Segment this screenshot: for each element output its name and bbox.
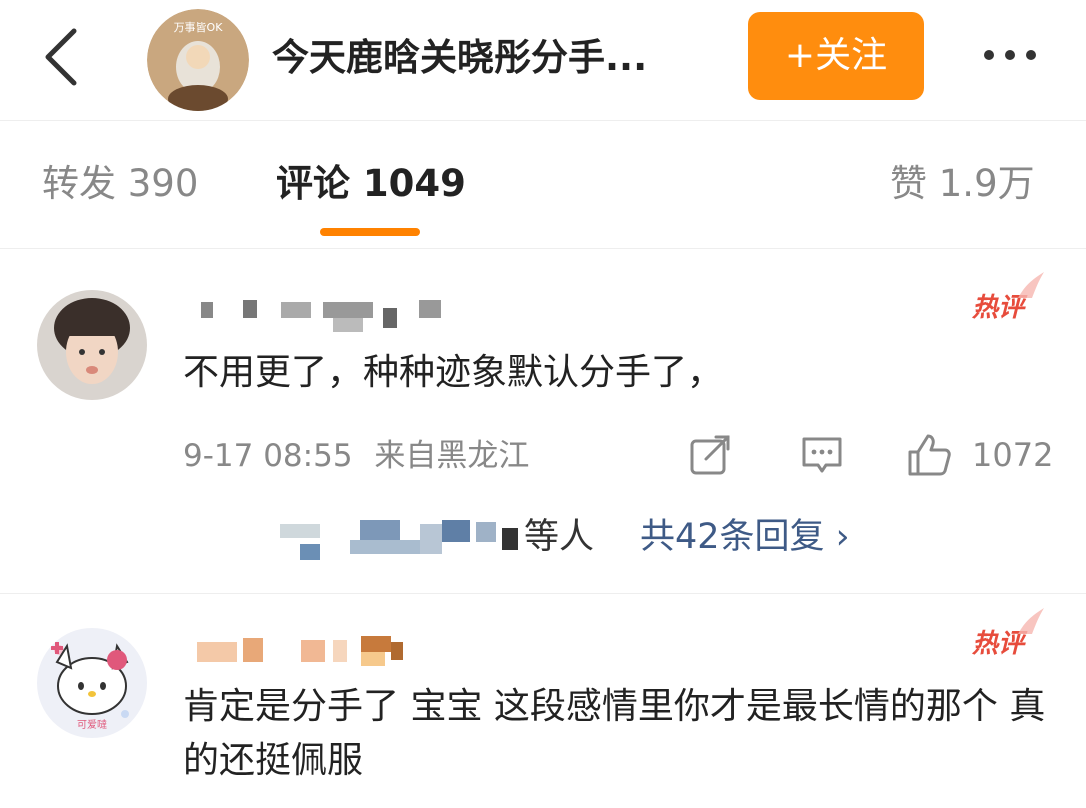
hot-comment-badge: 热评 (972, 608, 1044, 664)
replies-preview[interactable]: 等人 共42条回复 › (270, 512, 970, 562)
more-icon (984, 50, 1036, 60)
share-icon (690, 435, 730, 475)
comment-text: 肯定是分手了 宝宝 这段感情里你才是最长情的那个 真的还挺佩服 (183, 686, 1046, 781)
like-count: 1072 (972, 436, 1054, 474)
more-button[interactable] (960, 35, 1060, 75)
reply-button[interactable] (800, 430, 844, 480)
commenter-avatar[interactable]: 可爱噠 (37, 628, 147, 738)
avatar-caption: 可爱噠 (77, 718, 107, 731)
hot-comment-badge: 热评 (972, 272, 1044, 328)
share-button[interactable] (688, 430, 732, 480)
tab-like[interactable]: 赞 1.9万 (890, 156, 1035, 212)
avatar-caption: 万事皆OK (174, 21, 224, 34)
comment-icon (802, 437, 842, 473)
thumbs-up-icon (908, 434, 951, 476)
top-bar: 万事皆OK 今天鹿晗关晓彤分手... +关注 (0, 0, 1086, 121)
tab-comment[interactable]: 评论 1049 (276, 156, 466, 212)
blurred-reply-names (270, 514, 520, 560)
comment-text: 不用更了，种种迹象默认分手了， (183, 352, 724, 393)
view-replies-link[interactable]: 共42条回复 › (640, 512, 850, 562)
tab-bar: 转发 390 评论 1049 赞 1.9万 (0, 120, 1086, 249)
comment-item: 热评 不用更了，种种迹象默认分手了， 9-17 08:55 来自黑龙江 1072 (0, 248, 1086, 594)
back-button[interactable] (30, 22, 90, 92)
blurred-username (183, 636, 483, 666)
active-tab-indicator (320, 228, 420, 236)
commenter-avatar[interactable] (37, 290, 147, 400)
comment-item: 可爱噠 热评 肯定是分手了 宝宝 这段感情里你才是最长情的那个 真的还挺佩服 (0, 594, 1086, 808)
like-button[interactable]: 1072 (906, 430, 1053, 480)
account-avatar[interactable]: 万事皆OK (147, 9, 249, 111)
follow-button[interactable]: +关注 (748, 12, 924, 100)
tab-repost[interactable]: 转发 390 (42, 156, 198, 212)
flame-decoration-icon (1018, 608, 1044, 634)
back-icon (45, 28, 77, 86)
comment-location: 来自黑龙江 (374, 438, 530, 474)
page-title: 今天鹿晗关晓彤分手... (272, 36, 648, 79)
flame-decoration-icon (1018, 272, 1044, 298)
replies-suffix: 等人 (524, 517, 595, 557)
blurred-username (183, 298, 483, 332)
comment-meta: 9-17 08:55 来自黑龙江 (183, 434, 529, 478)
comment-time: 9-17 08:55 (183, 438, 353, 474)
